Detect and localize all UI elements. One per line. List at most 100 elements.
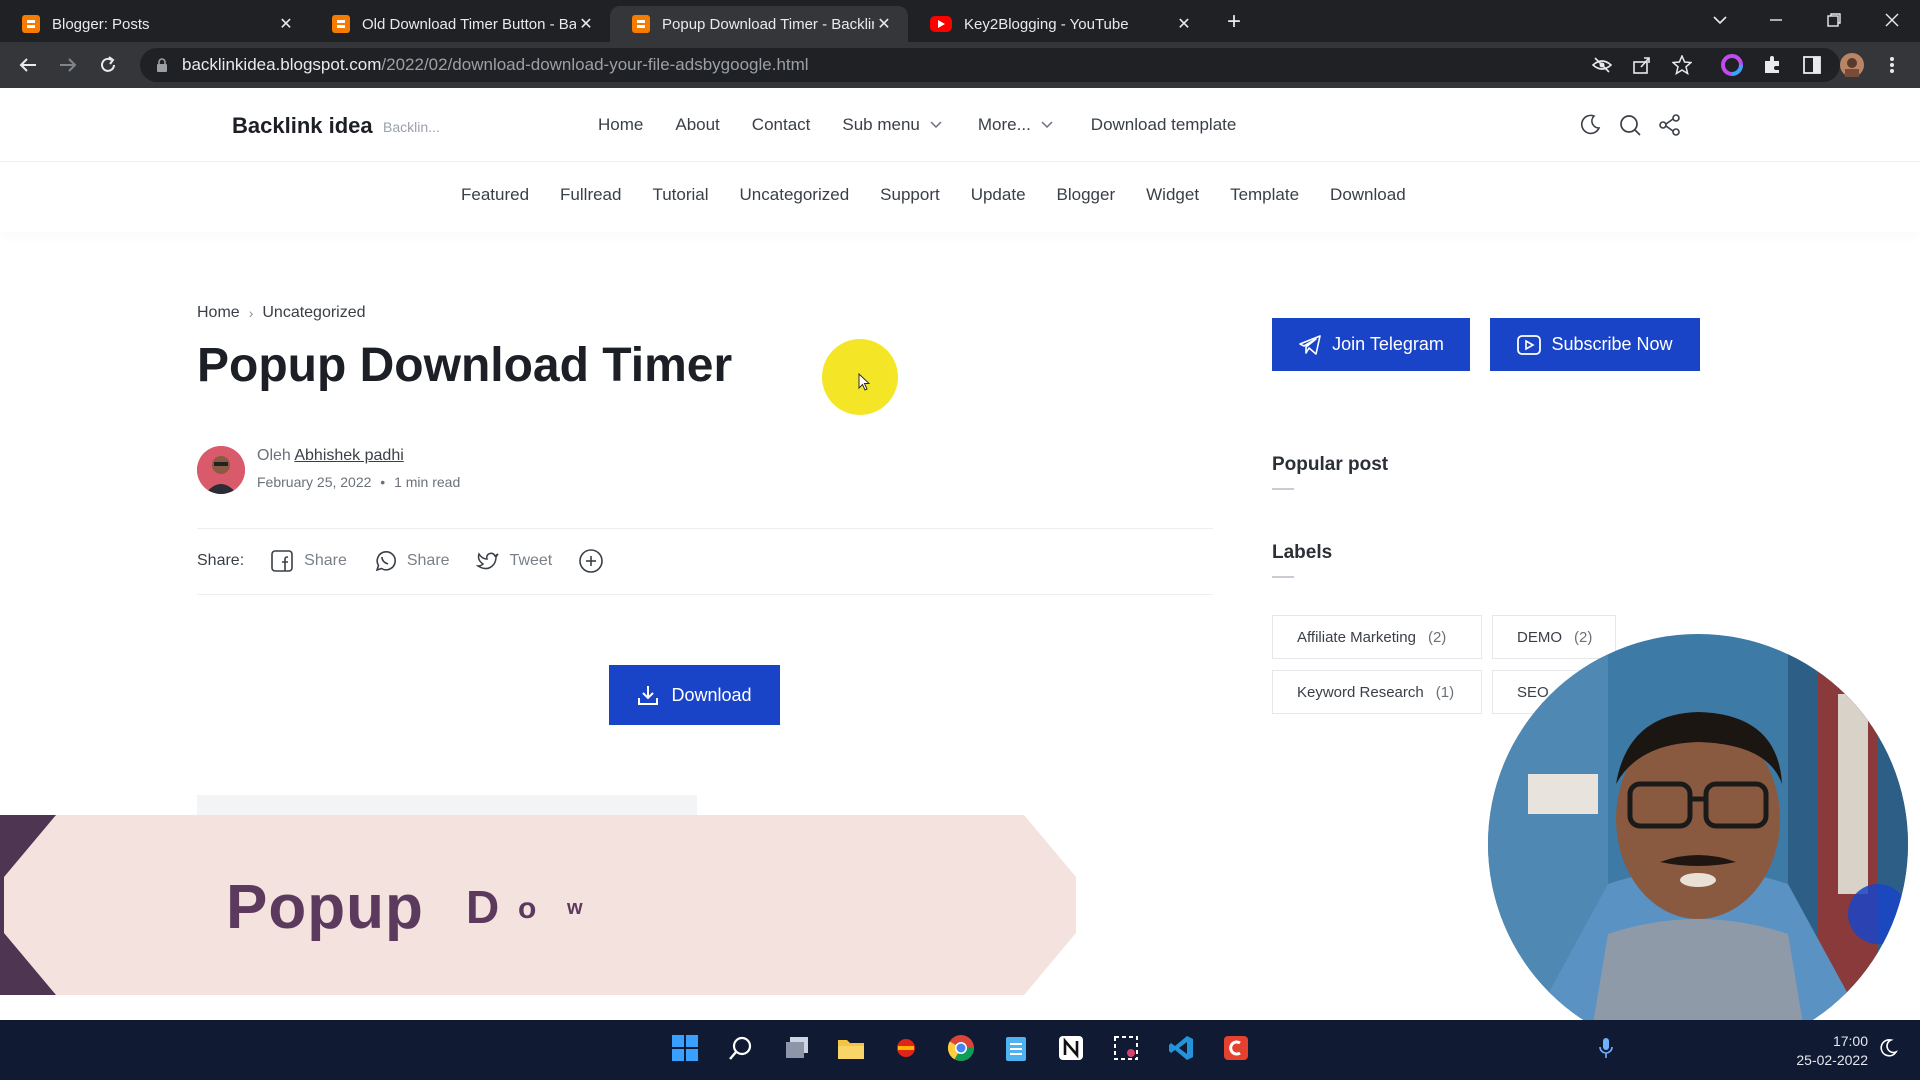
- notepad-icon[interactable]: [1000, 1032, 1032, 1064]
- chrome-menu-icon[interactable]: [1880, 53, 1904, 77]
- subnav-item-update[interactable]: Update: [971, 185, 1026, 205]
- subnav-item-tutorial[interactable]: Tutorial: [652, 185, 708, 205]
- microphone-icon[interactable]: [1590, 1032, 1622, 1064]
- subnav-item-blogger[interactable]: Blogger: [1057, 185, 1116, 205]
- url-host: backlinkidea.blogspot.com: [182, 55, 382, 74]
- subnav-item-template[interactable]: Template: [1230, 185, 1299, 205]
- browser-toolbar: backlinkidea.blogspot.com/2022/02/downlo…: [0, 42, 1920, 88]
- tab-key2blogging-youtube[interactable]: Key2Blogging - YouTube ✕: [908, 6, 1208, 42]
- author-name-link[interactable]: Abhishek padhi: [294, 447, 403, 464]
- share-network-icon[interactable]: [1658, 113, 1682, 137]
- minimize-icon[interactable]: [1756, 0, 1796, 40]
- download-icon: [638, 686, 659, 705]
- nav-more-label: More...: [977, 115, 1031, 134]
- share-facebook-button[interactable]: Share: [270, 549, 347, 573]
- side-panel-icon[interactable]: [1800, 53, 1824, 77]
- subnav-item-widget[interactable]: Widget: [1146, 185, 1199, 205]
- label-chip-keyword-research[interactable]: Keyword Research (1): [1272, 670, 1482, 714]
- tab-old-download-timer[interactable]: Old Download Timer Button - Ba ✕: [310, 6, 610, 42]
- breadcrumb-separator: ›: [248, 305, 254, 321]
- category-navigation: Featured Fullread Tutorial Uncategorized Sup…: [0, 162, 1920, 232]
- eye-off-icon[interactable]: [1590, 53, 1614, 77]
- file-explorer-icon[interactable]: [835, 1032, 867, 1064]
- facebook-icon: [271, 550, 293, 572]
- blogger-icon: [332, 15, 350, 33]
- close-window-icon[interactable]: [1872, 0, 1912, 40]
- subnav-item-download[interactable]: Download: [1330, 185, 1406, 205]
- subnav-item-fullread[interactable]: Fullread: [560, 185, 621, 205]
- tab-search-icon[interactable]: [1700, 0, 1740, 40]
- nav-submenu[interactable]: Sub menu: [842, 115, 942, 135]
- task-view-icon[interactable]: [781, 1032, 813, 1064]
- chevron-down-icon: [1041, 121, 1053, 129]
- vscode-icon[interactable]: [1165, 1032, 1197, 1064]
- nav-more[interactable]: More...: [978, 115, 1053, 135]
- share-whatsapp-button[interactable]: Share: [373, 549, 450, 573]
- notion-icon[interactable]: [1055, 1032, 1087, 1064]
- extensions-puzzle-icon[interactable]: [1760, 53, 1784, 77]
- taskbar-search-icon[interactable]: [725, 1032, 757, 1064]
- chrome-icon[interactable]: [945, 1032, 977, 1064]
- download-button-label: Download: [671, 684, 752, 705]
- share-whatsapp-label: Share: [406, 552, 450, 569]
- subnav-item-support[interactable]: Support: [880, 185, 940, 205]
- breadcrumb-home[interactable]: Home: [197, 304, 240, 322]
- restore-icon[interactable]: [1814, 0, 1854, 40]
- taskbar-clock[interactable]: 17:00 25-02-2022: [1796, 1032, 1868, 1070]
- divider: [197, 594, 1213, 595]
- notifications-moon-icon[interactable]: [1872, 1032, 1904, 1064]
- chevron-down-icon: [930, 121, 942, 129]
- heading-underline: [1272, 488, 1294, 490]
- nav-download-template[interactable]: Download template: [1091, 115, 1237, 135]
- nav-contact[interactable]: Contact: [752, 115, 811, 135]
- app-icon[interactable]: [890, 1032, 922, 1064]
- author-avatar[interactable]: [197, 446, 245, 494]
- forward-arrow-icon[interactable]: [54, 51, 82, 79]
- search-icon[interactable]: [1618, 113, 1642, 137]
- share-more-button[interactable]: [578, 548, 614, 574]
- tab-blogger-posts[interactable]: Blogger: Posts ✕: [0, 6, 310, 42]
- heading-underline: [1272, 576, 1294, 578]
- site-brand[interactable]: Backlink idea: [232, 113, 373, 139]
- subscribe-now-button[interactable]: Subscribe Now: [1490, 318, 1700, 371]
- breadcrumb-category[interactable]: Uncategorized: [262, 304, 365, 322]
- nav-home[interactable]: Home: [598, 115, 643, 135]
- bookmark-star-icon[interactable]: [1670, 53, 1694, 77]
- url-path: /2022/02/download-download-your-file-ads…: [381, 55, 809, 74]
- address-bar[interactable]: backlinkidea.blogspot.com/2022/02/downlo…: [140, 48, 1840, 82]
- color-extension-icon[interactable]: [1720, 53, 1744, 77]
- close-tab-icon[interactable]: ✕: [874, 14, 894, 34]
- windows-start-icon[interactable]: [669, 1032, 701, 1064]
- close-tab-icon[interactable]: ✕: [276, 14, 296, 34]
- video-title-banner: [0, 815, 1076, 995]
- meta-separator: •: [380, 474, 386, 490]
- nav-about[interactable]: About: [675, 115, 719, 135]
- label-count: (1): [1435, 683, 1455, 701]
- snipping-tool-icon[interactable]: [1110, 1032, 1142, 1064]
- reload-icon[interactable]: [94, 51, 122, 79]
- blogger-icon: [22, 15, 40, 33]
- banner-letter-d: D: [466, 881, 500, 933]
- download-button[interactable]: Download: [609, 665, 780, 725]
- banner-letter-w: w: [567, 897, 583, 919]
- label-name: DEMO: [1517, 628, 1562, 646]
- profile-avatar[interactable]: [1840, 53, 1864, 77]
- share-bar: Share: Share Share Tweet: [197, 548, 614, 574]
- tab-title: Old Download Timer Button - Ba: [362, 15, 576, 33]
- label-chip-affiliate-marketing[interactable]: Affiliate Marketing (2): [1272, 615, 1482, 659]
- new-tab-button[interactable]: +: [1220, 8, 1248, 36]
- tab-title: Popup Download Timer - Backlin: [662, 15, 874, 33]
- subnav-item-uncategorized[interactable]: Uncategorized: [740, 185, 850, 205]
- dark-mode-moon-icon[interactable]: [1578, 113, 1602, 137]
- recorder-app-icon[interactable]: [1220, 1032, 1252, 1064]
- tab-popup-download-timer[interactable]: Popup Download Timer - Backlin ✕: [610, 6, 908, 42]
- share-page-icon[interactable]: [1630, 53, 1654, 77]
- close-tab-icon[interactable]: ✕: [576, 14, 596, 34]
- subnav-item-featured[interactable]: Featured: [461, 185, 529, 205]
- read-time: 1 min read: [394, 474, 461, 490]
- back-arrow-icon[interactable]: [14, 51, 42, 79]
- share-twitter-button[interactable]: Tweet: [475, 549, 552, 573]
- label-chip-demo[interactable]: DEMO (2): [1492, 615, 1616, 659]
- join-telegram-button[interactable]: Join Telegram: [1272, 318, 1470, 371]
- close-tab-icon[interactable]: ✕: [1174, 14, 1194, 34]
